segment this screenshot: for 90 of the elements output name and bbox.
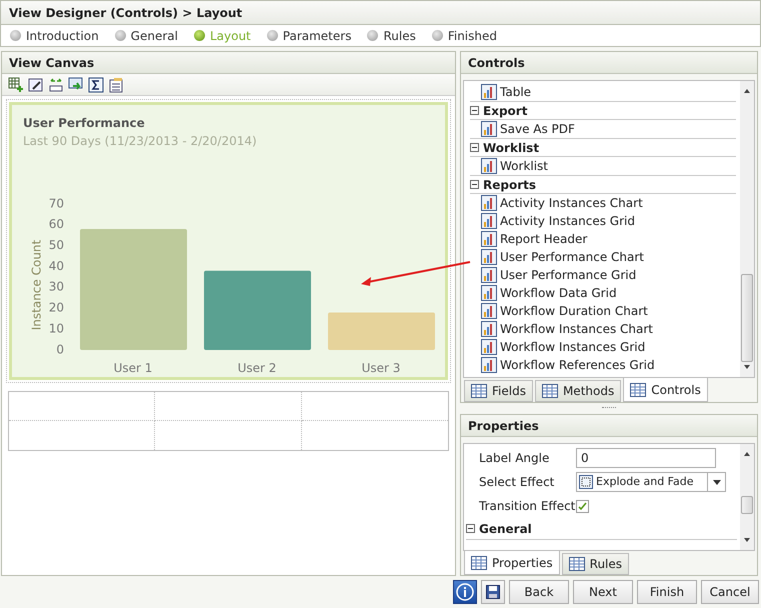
chart-title: User Performance [23,115,146,132]
wizard-step[interactable]: Finished [432,26,497,44]
wizard-step[interactable]: Rules [367,26,416,44]
panel-header: View Canvas [2,52,455,74]
collapse-icon[interactable] [470,180,479,189]
category-label: Worklist [483,140,540,156]
report-icon [481,231,497,247]
import-icon[interactable] [68,76,84,92]
edit-form-icon[interactable] [28,76,44,92]
tick-label: 60 [48,217,64,232]
wizard-button[interactable]: Back [509,580,569,604]
chart-subtitle: Last 90 Days (11/23/2013 - 2/20/2014) [23,133,258,150]
control-item[interactable]: Table [470,83,736,101]
panel-tab[interactable]: Properties [464,551,560,575]
wizard-button[interactable]: Cancel [701,580,759,604]
wizard-button[interactable]: Finish [637,580,697,604]
tick-label: 50 [48,238,64,252]
collapse-icon[interactable] [470,106,479,115]
control-item[interactable]: Activity Instances Chart [470,194,736,212]
effect-icon [579,475,593,489]
text-field[interactable]: 0 [576,448,716,468]
control-item[interactable]: Worklist [470,157,736,175]
report-icon [481,213,497,229]
report-icon [481,195,497,211]
category-label: Reports [483,176,536,194]
control-item[interactable]: User Performance Grid [470,266,736,284]
wizard-step[interactable]: Introduction [10,26,99,44]
resize-icon[interactable] [48,76,64,92]
category-label: Export [483,102,528,120]
grid-icon [471,384,487,398]
category-label: User 2 [238,361,276,375]
tick-label: 10 [48,321,64,336]
report-icon [481,121,497,137]
grid-icon [568,557,585,571]
report-icon [481,321,497,337]
checkbox[interactable] [576,500,589,512]
category-header[interactable]: Reports [470,175,736,194]
category-header[interactable]: Export [470,101,736,120]
tick-label: 30 [48,280,64,294]
tick-label: 40 [48,258,64,273]
report-icon [481,339,497,355]
panel-tab[interactable]: Rules [562,553,630,575]
add-grid-icon[interactable] [8,76,24,92]
wizard-step[interactable]: Parameters [266,26,352,44]
scrollbar[interactable] [740,444,754,550]
grid-icon [471,556,487,570]
category-header[interactable]: Worklist [470,138,736,157]
report-icon [481,357,497,373]
report-icon [481,158,497,174]
control-item[interactable]: Workflow Duration Chart [470,302,736,320]
control-item[interactable]: Workflow Instances Grid [470,338,736,356]
save-button[interactable] [481,580,505,604]
report-icon [481,303,497,319]
property-label: Select Effect [478,474,556,491]
axis-title: Instance Count [29,240,44,330]
wizard-step[interactable]: General [114,26,178,44]
report-icon [481,285,497,301]
panel-tab[interactable]: Methods [534,380,622,402]
grid-icon [542,384,558,398]
window-title: View Designer (Controls) > Layout [0,0,761,25]
tick-label: 20 [48,300,64,315]
sum-icon[interactable] [88,76,104,92]
select-field[interactable]: Explode and Fade [576,472,726,492]
wizard-button[interactable]: Next [573,580,633,604]
report-icon [481,267,497,283]
scrollbar[interactable] [740,81,754,377]
collapse-icon[interactable] [466,524,475,533]
report-icon [481,249,497,265]
tick-label: 70 [48,196,64,210]
category-label: User 1 [114,361,152,375]
collapse-icon[interactable] [470,143,479,152]
tick-label: 0 [56,342,64,356]
control-item[interactable]: User Performance Chart [470,248,736,266]
control-item[interactable]: Workflow References Grid [470,356,736,374]
control-item[interactable]: Workflow Instances Chart [470,320,736,338]
property-label: Label Angle [478,450,550,467]
control-item[interactable]: Workflow Data Grid [470,284,736,302]
panel-tab[interactable]: Controls [623,378,708,402]
control-item[interactable]: Save As PDF [470,120,736,138]
report-icon [481,84,497,100]
grid-icon [630,382,646,396]
category-label: User 3 [362,361,400,375]
panel-tab[interactable]: Fields [464,380,533,402]
control-item[interactable]: Report Header [470,230,736,248]
notes-icon[interactable] [108,76,124,92]
group-label: General [479,520,532,538]
property-label: Transition Effect [478,498,576,515]
info-button[interactable] [453,580,477,604]
info-icon [456,583,474,601]
control-item[interactable]: Activity Instances Grid [470,212,736,230]
